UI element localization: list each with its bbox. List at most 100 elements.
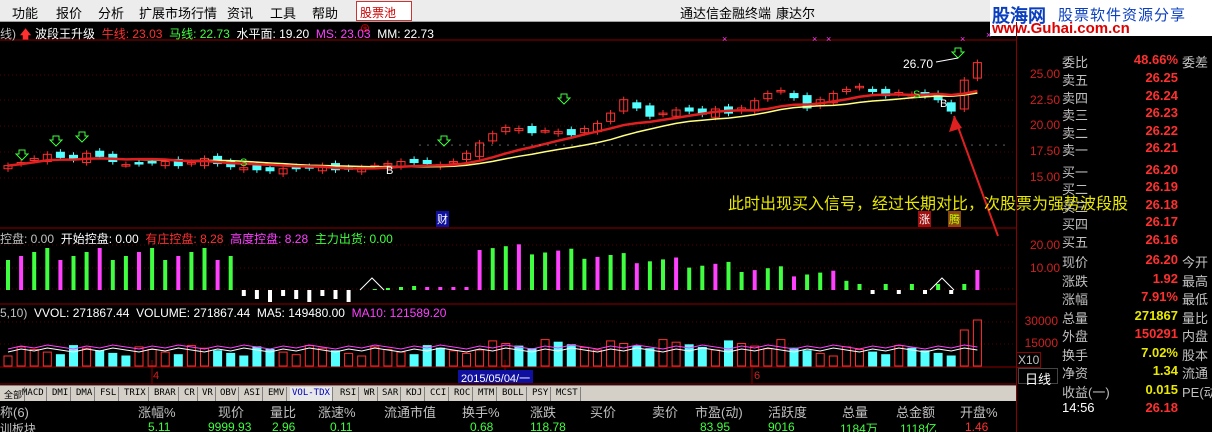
tab-asi[interactable]: ASI [242,387,264,401]
indicator-bar [45,248,50,290]
column-header[interactable]: 活跃度 [768,402,807,421]
indicator-name: 波段王升级 [35,27,96,41]
volume-bar [173,354,183,367]
sell-level-row[interactable]: 卖四 26.24 [1060,88,1212,106]
tab-dma[interactable]: DMA [74,387,96,401]
water-level-dot [555,144,557,146]
tab-mtm[interactable]: MTM [476,387,498,401]
indicator-bar [503,246,508,290]
buy-level-row[interactable]: 买四 26.17 [1060,214,1212,232]
column-header[interactable]: 开盘% [960,402,998,421]
column-header[interactable]: 量比 [270,402,296,421]
buy-level-row[interactable]: 买一 26.20 [1060,162,1212,180]
volume-value: VOLUME: 271867.44 [136,306,251,320]
volume-bar [29,349,39,367]
tab-cci[interactable]: CCI [428,387,450,401]
column-header[interactable]: 卖价 [652,402,678,421]
water-level-dot [475,144,477,146]
quote-stat-row: 现价 26.20 今开 [1060,252,1212,270]
tab-brar[interactable]: BRAR [152,387,179,401]
volume-bar [422,345,432,367]
water-level-dot [491,144,493,146]
tab-trix[interactable]: TRIX [122,387,149,401]
tab-mcst[interactable]: MCST [554,387,581,401]
sell-level-price: 26.22 [1145,122,1178,138]
buy-level-row[interactable]: 买二 26.19 [1060,179,1212,197]
quote-stat-label: 换手 [1062,347,1089,363]
column-header[interactable]: 市盈(动) [695,402,743,421]
tab-emv[interactable]: EMV [266,387,288,401]
tab-boll[interactable]: BOLL [500,387,527,401]
indicator-bar [962,284,967,290]
tab-psy[interactable]: PSY [530,387,552,401]
volume-bar [160,351,170,367]
sell-level-row[interactable]: 卖一 26.21 [1060,140,1212,158]
quote-stat-value: 0.015 [1145,381,1178,397]
tab-dmi[interactable]: DMI [50,387,72,401]
buy-level-row[interactable]: 买三 26.18 [1060,197,1212,215]
financial-report-marker[interactable]: 财 [436,211,449,227]
volume-axis-label: 15000 [1024,336,1058,350]
tab-obv[interactable]: OBV [218,387,240,401]
tab-sar[interactable]: SAR [380,387,402,401]
indicator-bar [163,260,168,290]
buy-level-price: 26.20 [1145,161,1178,177]
quote-stat-value: 7.02% [1141,344,1178,360]
tab-vol-tdx[interactable]: VOL-TDX [290,387,333,401]
sell-level-row[interactable]: 卖二 26.22 [1060,123,1212,141]
price-axis-label: 22.50 [1029,93,1060,107]
buy-arrow-icon [48,135,64,147]
quote-stat-label: 涨跌 [1062,273,1089,289]
indicator-bar [333,290,338,299]
tab-rsi[interactable]: RSI [338,387,360,401]
sell-level-label: 卖三 [1062,108,1089,123]
tab-roc[interactable]: ROC [452,387,474,401]
buy-arrow-icon [556,93,572,105]
table-row[interactable]: 训板块 5.11 9999.93 2.96 0.11 0.68 118.78 83.95 901… [0,420,1016,432]
buy-level-label: 买三 [1062,199,1089,215]
column-header[interactable]: 换手% [462,402,500,421]
quote-stat-extra-label: 量比 [1182,310,1209,326]
volume-bar [3,355,13,367]
indicator-bar [949,290,954,294]
indicator-bar [320,290,325,296]
quote-stat-extra-label: 最低 [1182,292,1209,307]
quote-stat-label: 外盘 [1062,329,1089,344]
tab-macd[interactable]: MACD [20,387,47,401]
indicator-bar [71,256,76,290]
column-header[interactable]: 流通市值 [384,402,436,421]
table-cell: 0.68 [470,420,494,432]
column-header[interactable]: 买价 [590,402,616,421]
column-header-name[interactable]: 称(6) [0,402,29,421]
quote-stat-value: 7.91% [1141,289,1178,304]
indicator-bar [909,284,914,290]
water-level-dot [739,144,741,146]
buy-level-row[interactable]: 买五 26.16 [1060,232,1212,250]
column-header[interactable]: 现价 [218,402,244,421]
quote-stat-value: 271867 [1134,307,1178,323]
volume-bar [134,346,144,367]
water-level-dot [747,144,749,146]
sell-level-row[interactable]: 卖三 26.23 [1060,105,1212,123]
tab-kdj[interactable]: KDJ [404,387,426,401]
column-header[interactable]: 涨跌 [530,402,556,421]
water-level-dot [515,144,517,146]
column-header[interactable]: 涨速% [318,402,356,421]
control-value: 控盘: 0.00 [0,232,55,246]
indicator-tab-bar: 全部 MACD DMI DMA FSL TRIX BRAR CR VR OBV ASI EMV VOL-… [0,385,1016,401]
indicator-bar [608,255,613,290]
cross-icon: × [960,34,965,44]
ms-value: MS: 23.03 [315,27,371,41]
water-level-dot [587,144,589,146]
column-header[interactable]: 总量 [842,402,868,421]
indicator-bar [425,287,430,290]
tab-fsl[interactable]: FSL [98,387,120,401]
tab-cr[interactable]: CR [182,387,198,401]
tab-vr[interactable]: VR [200,387,216,401]
period-button[interactable]: 日线 [1018,368,1058,387]
column-header[interactable]: 涨幅% [138,402,176,421]
sell-level-row[interactable]: 卖五 26.25 [1060,70,1212,88]
candle-body [566,129,576,136]
tab-wr[interactable]: WR [362,387,378,401]
column-header[interactable]: 总金额 [896,402,935,421]
